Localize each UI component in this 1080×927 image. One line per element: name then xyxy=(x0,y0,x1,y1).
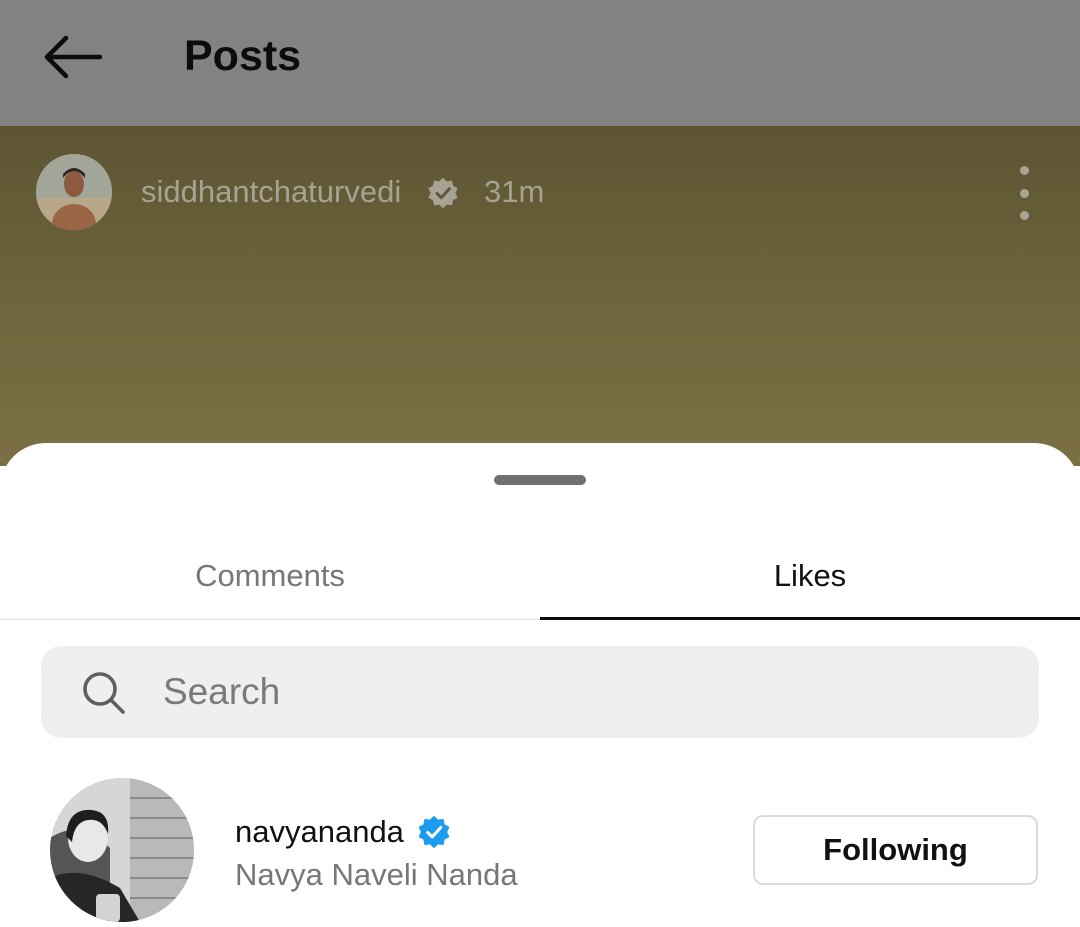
search-icon xyxy=(83,672,125,714)
tab-comments[interactable]: Comments xyxy=(0,533,540,619)
avatar[interactable] xyxy=(50,778,194,922)
username[interactable]: navyananda xyxy=(235,812,404,852)
dot xyxy=(1019,211,1029,220)
post-author-username[interactable]: siddhantchaturvedi xyxy=(141,172,401,212)
following-button[interactable]: Following xyxy=(753,815,1038,885)
back-button[interactable] xyxy=(36,27,108,87)
dot xyxy=(1019,188,1029,198)
page-title: Posts xyxy=(184,32,302,80)
search-input[interactable] xyxy=(163,646,1003,738)
top-app-bar: Posts xyxy=(0,0,1080,126)
full-name: Navya Naveli Nanda xyxy=(235,857,518,892)
avatar-image xyxy=(36,154,112,230)
dot xyxy=(1019,166,1029,175)
verified-badge-icon xyxy=(418,815,450,849)
search-bar[interactable] xyxy=(41,646,1039,738)
tab-likes[interactable]: Likes xyxy=(540,533,1080,619)
verified-badge-icon xyxy=(428,177,458,209)
active-tab-indicator xyxy=(540,617,1080,620)
likes-bottom-sheet: Comments Likes Search navyananda Navya N… xyxy=(0,443,1080,927)
arrow-left-icon xyxy=(44,35,102,79)
post-timestamp: 31m xyxy=(484,174,545,209)
post-author-avatar[interactable] xyxy=(36,154,112,230)
sheet-drag-handle[interactable] xyxy=(494,475,586,485)
avatar-image xyxy=(50,778,194,922)
list-item[interactable]: navyananda Navya Naveli Nanda Following xyxy=(0,768,1080,927)
more-options-button[interactable] xyxy=(1004,166,1044,220)
post-background: siddhantchaturvedi 31m xyxy=(0,126,1080,466)
